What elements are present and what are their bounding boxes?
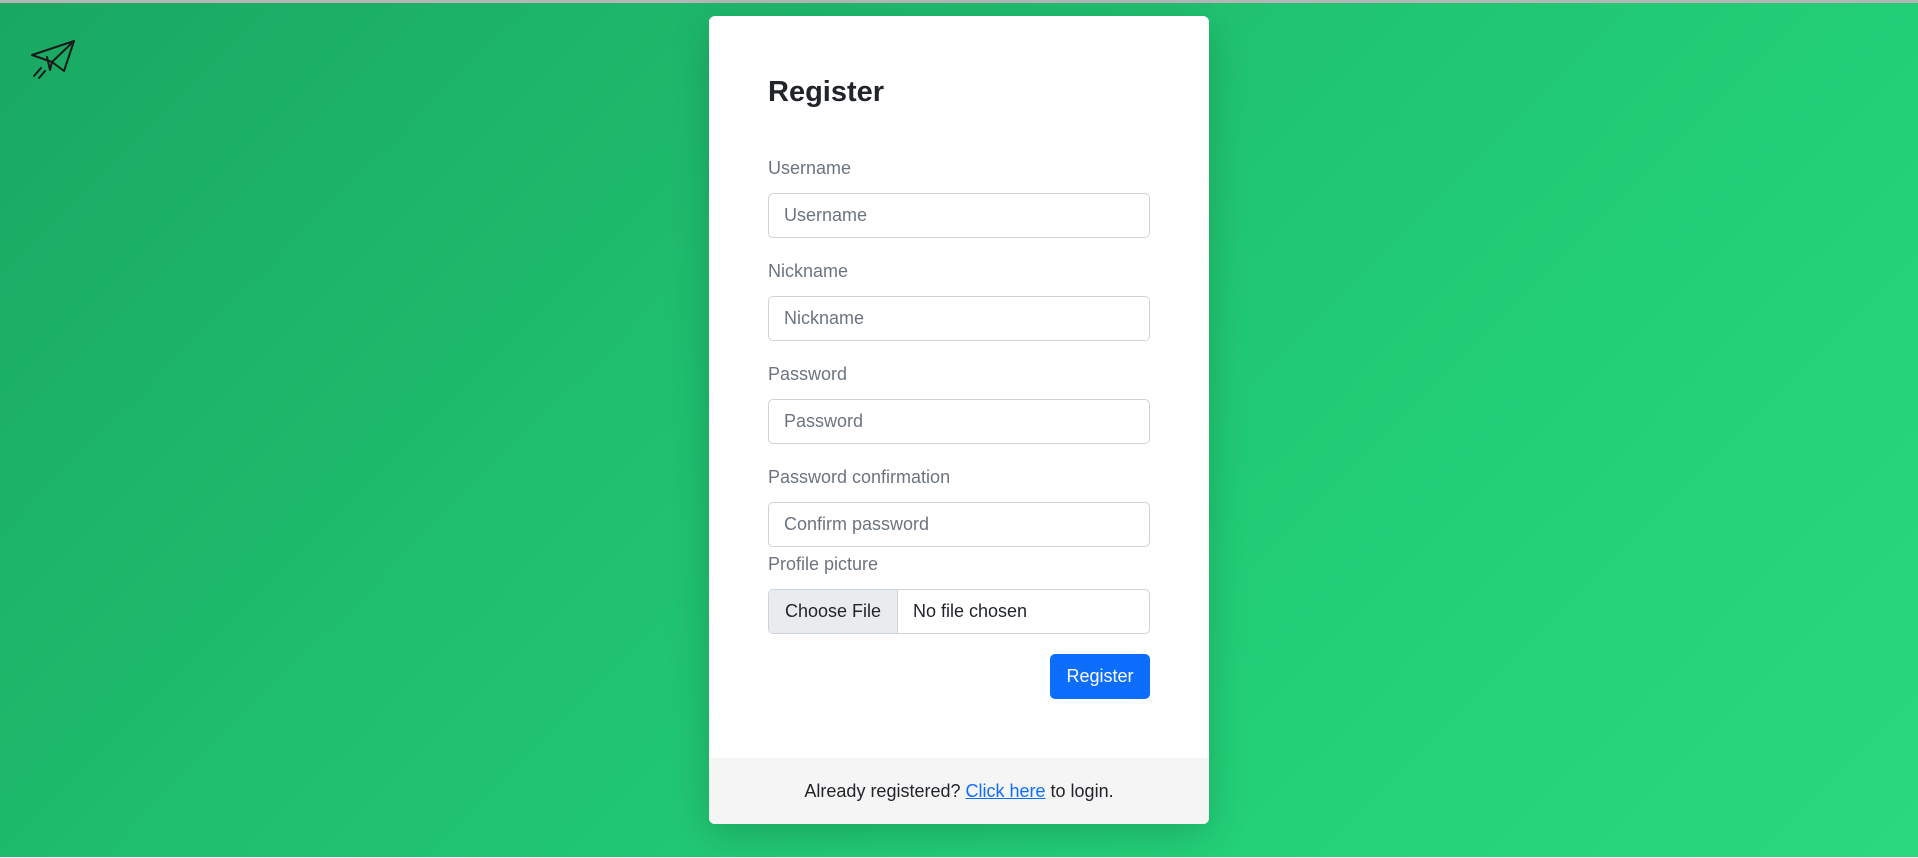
nickname-input[interactable]: [768, 296, 1150, 341]
footer-prefix-text: Already registered?: [804, 780, 961, 801]
form-title: Register: [768, 76, 885, 108]
register-card: Register Username Nickname Password Pass…: [709, 16, 1209, 824]
profile-picture-file-input[interactable]: Choose File No file chosen: [768, 589, 1150, 634]
footer-suffix-text: to login.: [1050, 780, 1114, 801]
register-button[interactable]: Register: [1050, 654, 1150, 699]
login-link[interactable]: Click here: [966, 781, 1046, 802]
profile-picture-label: Profile picture: [768, 554, 879, 574]
paper-plane-icon[interactable]: [30, 38, 76, 80]
card-footer: Already registered? Click here to login.: [709, 758, 1209, 824]
username-label: Username: [768, 158, 852, 178]
register-form: Register Username Nickname Password Pass…: [709, 16, 1209, 758]
nickname-label: Nickname: [768, 261, 849, 281]
password-label: Password: [768, 364, 848, 384]
password-confirmation-label: Password confirmation: [768, 467, 951, 487]
username-input[interactable]: [768, 193, 1150, 238]
password-confirmation-input[interactable]: [768, 502, 1150, 547]
password-input[interactable]: [768, 399, 1150, 444]
file-status-text: No file chosen: [913, 601, 1028, 621]
choose-file-button[interactable]: Choose File: [769, 590, 898, 633]
